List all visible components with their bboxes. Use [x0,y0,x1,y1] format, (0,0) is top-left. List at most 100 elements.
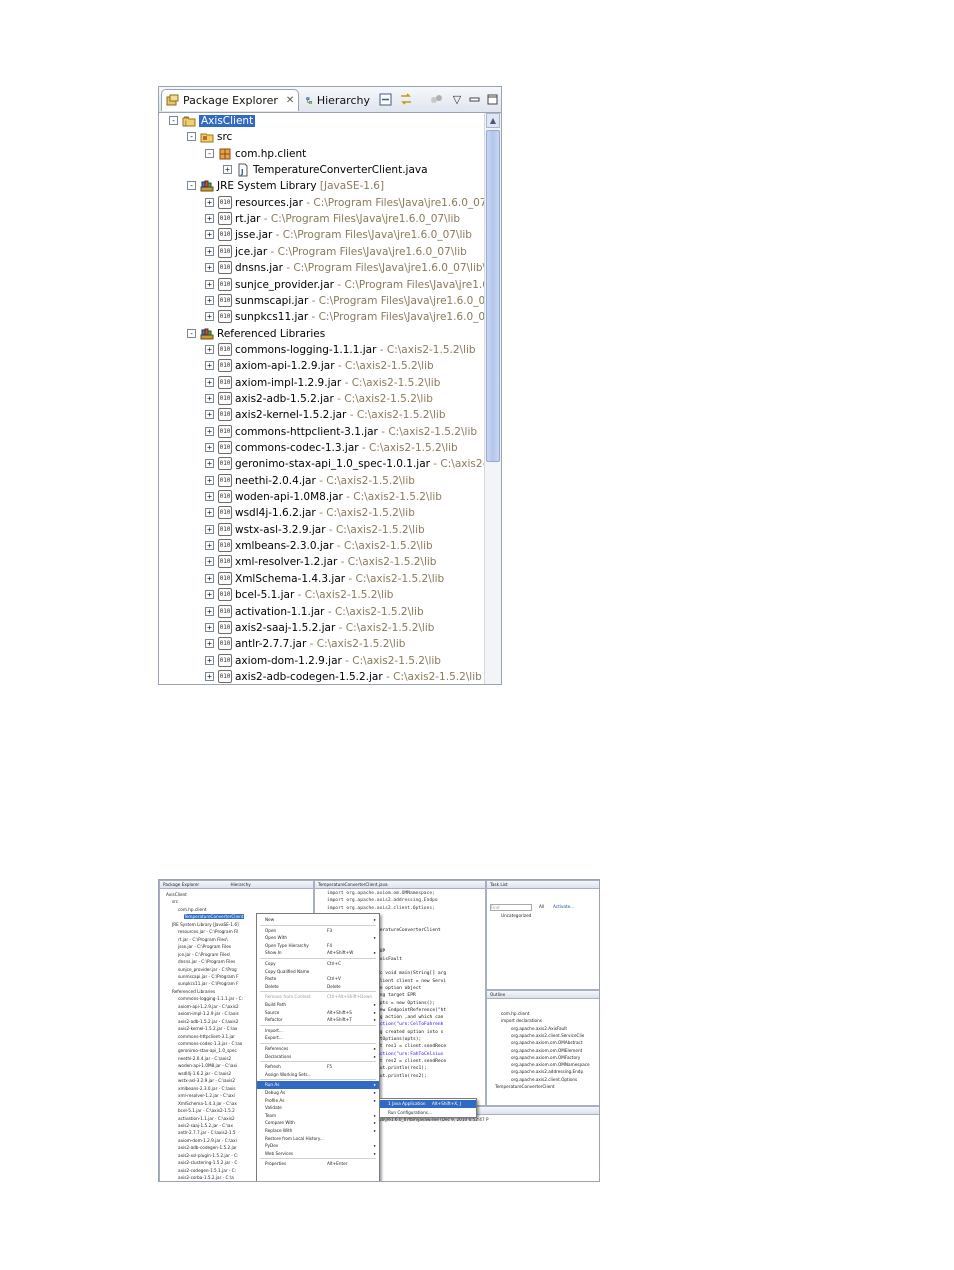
menu-item[interactable]: Import... [257,1027,379,1035]
mini-tree-item[interactable]: xmlbeans-2.3.0.jar - C:\axis [178,1086,236,1091]
outline-item[interactable]: import declarations [501,1018,542,1023]
menu-item[interactable]: PyDev ▸ [257,1142,379,1150]
mini-tree-item[interactable]: sunjce_provider.jar - C:\Prog [178,967,237,972]
tree-row[interactable]: +010 neethi-2.0.4.jar - C:\axis2-1.5.2\li… [159,473,485,489]
mini-tree-item[interactable]: jce.jar - C:\Program Files\ [178,952,230,957]
expand-toggle-icon[interactable]: + [205,197,214,207]
menu-item[interactable]: Open Type Hierarchy F4 [257,942,379,950]
menu-item[interactable]: Source Alt+Shift+S ▸ [257,1009,379,1017]
expand-toggle-icon[interactable]: + [205,557,214,567]
expand-toggle-icon[interactable]: + [205,410,214,420]
mini-tree-item[interactable]: com.hp.client [178,907,206,912]
menu-item[interactable]: Restore from Local History... [257,1135,379,1143]
menu-item[interactable]: Debug As ▸ [257,1089,379,1097]
mini-tree-item[interactable]: axis2-clustering-1.5.2.jar - C [178,1160,237,1165]
mini-tree-item[interactable]: activation-1.1.jar - C:\axis2 [178,1116,235,1121]
tree-row[interactable]: +010 XmlSchema-1.4.3.jar - C:\axis2-1.5.2… [159,571,485,587]
mini-tree-item[interactable]: bcel-5.1.jar - C:\axis2-1.5.2 [178,1108,235,1113]
menu-item[interactable]: Team ▸ [257,1112,379,1120]
tree-row[interactable]: +010 sunmscapi.jar - C:\Program Files\Jav… [159,293,485,309]
mini-tree-item[interactable]: dnsns.jar - C:\Program Files [178,959,235,964]
mini-tree-item[interactable]: neethi-2.0.4.jar - C:\axis2 [178,1056,231,1061]
filter-icon[interactable] [430,92,444,106]
mini-tree-item[interactable]: wstx-asl-3.2.9.jar - C:\axis2 [178,1078,235,1083]
menu-item[interactable]: Run As ▸ [257,1081,379,1089]
expand-toggle-icon[interactable]: + [205,475,214,485]
outline-item[interactable]: org.apache.axiom.om.OMNamespace [511,1062,590,1067]
menu-item[interactable]: Assign Working Sets... [257,1071,379,1079]
menu-item[interactable]: Profile As ▸ [257,1097,379,1105]
expand-toggle-icon[interactable]: + [205,214,214,224]
tree-row[interactable]: - src [159,129,485,145]
menu-item[interactable]: Compare With ▸ [257,1119,379,1127]
menu-item[interactable]: Paste Ctrl+V [257,975,379,983]
outline-item[interactable]: org.apache.axiom.om.OMFactory [511,1055,580,1060]
expand-toggle-icon[interactable]: + [205,246,214,256]
tree-row[interactable]: +010 commons-codec-1.3.jar - C:\axis2-1.5… [159,440,485,456]
collapse-toggle-icon[interactable]: - [187,328,196,338]
tree-row[interactable]: +010 axis2-saaj-1.5.2.jar - C:\axis2-1.5.… [159,620,485,636]
menu-item[interactable]: Open With ▸ [257,934,379,942]
mini-tree-item[interactable]: axis2-adb-1.5.2.jar - C:\axis2 [178,1019,238,1024]
mini-tree-item[interactable]: xml-resolver-1.2.jar - C:\axi [178,1093,235,1098]
expand-toggle-icon[interactable]: + [205,639,214,649]
menu-item[interactable]: Validate [257,1104,379,1112]
collapse-toggle-icon[interactable]: - [187,181,196,191]
expand-toggle-icon[interactable]: + [205,524,214,534]
tree-row[interactable]: +010 xml-resolver-1.2.jar - C:\axis2-1.5.… [159,554,485,570]
mini-tree-item[interactable]: axiom-api-1.2.9.jar - C:\axis2 [178,1004,239,1009]
mini-tree-item[interactable]: rt.jar - C:\Program Files\ [178,937,228,942]
mini-tab-package-explorer[interactable]: Package Explorer [163,882,199,887]
outline-item[interactable]: TemperatureConverterClient [495,1084,555,1089]
tree-row[interactable]: +010 sunpkcs11.jar - C:\Program Files\Jav… [159,309,485,325]
task-find-input[interactable]: Find [490,904,532,911]
expand-toggle-icon[interactable]: + [205,622,214,632]
menu-item[interactable]: Web Services ▸ [257,1150,379,1158]
task-uncategorized[interactable]: Uncategorized [501,913,531,918]
outline-tab[interactable]: Outline [487,991,599,999]
tree-row[interactable]: +010 axis2-kernel-1.5.2.jar - C:\axis2-1.… [159,407,485,423]
menu-item[interactable]: Replace With ▸ [257,1127,379,1135]
tree-row[interactable]: - com.hp.client [159,146,485,162]
menu-item[interactable]: Refresh F5 [257,1063,379,1071]
expand-toggle-icon[interactable]: + [205,344,214,354]
mini-tree-item[interactable]: antlr-2.7.7.jar - C:\axis2-1.5 [178,1130,236,1135]
tree-row[interactable]: +010 commons-logging-1.1.1.jar - C:\axis2… [159,342,485,358]
expand-toggle-icon[interactable]: + [205,443,214,452]
tree-row[interactable]: +010 bcel-5.1.jar - C:\axis2-1.5.2\lib [159,587,485,603]
expand-toggle-icon[interactable]: + [205,426,214,436]
tree-row[interactable]: +010 geronimo-stax-api_1.0_spec-1.0.1.jar… [159,456,485,472]
tree-row[interactable]: +010 jce.jar - C:\Program Files\Java\jre1… [159,244,485,260]
editor-tab[interactable]: TemperatureConverterClient.java [315,881,485,889]
view-menu-icon[interactable]: ▽ [450,92,464,106]
menu-item[interactable]: Export... [257,1034,379,1042]
expand-toggle-icon[interactable]: + [205,671,214,681]
task-all-label[interactable]: All [539,904,544,909]
mini-tree-item[interactable]: src [172,899,178,904]
outline-item[interactable]: org.apache.axis2.AxisFault [511,1026,567,1031]
mini-tree-item[interactable]: jsse.jar - C:\Program Files [178,944,231,949]
tree-row[interactable]: +010 axis2-adb-codegen-1.5.2.jar - C:\axi… [159,669,485,684]
tree-row[interactable]: +010 axis2-adb-1.5.2.jar - C:\axis2-1.5.2… [159,391,485,407]
mini-tree-item[interactable]: axis2-adb-codegen-1.5.2.jar [178,1145,237,1150]
tree-row[interactable]: +010 sunjce_provider.jar - C:\Program Fil… [159,277,485,293]
menu-item[interactable]: Delete Delete [257,983,379,991]
expand-toggle-icon[interactable]: + [205,393,214,403]
minimize-icon[interactable] [467,92,481,106]
tree-row[interactable]: +010 wsdl4j-1.6.2.jar - C:\axis2-1.5.2\li… [159,505,485,521]
mini-tree-item[interactable]: commons-httpclient-3.1.jar [178,1034,235,1039]
mini-tree-item[interactable]: axis2-corba-1.5.2.jar - C:\a [178,1175,234,1180]
outline-item[interactable]: org.apache.axis2.client.ServiceClie [511,1033,584,1038]
collapse-toggle-icon[interactable]: - [205,148,214,158]
outline-item[interactable]: org.apache.axis2.addressing.Endp [511,1069,583,1074]
scroll-up-icon[interactable]: ▲ [486,113,500,128]
submenu-item[interactable]: Run Configurations... [380,1109,476,1117]
outline-item[interactable]: com.hp.client [501,1011,529,1016]
mini-tree-item[interactable]: axiom-dom-1.2.9.jar - C:\axi [178,1138,237,1143]
menu-item[interactable]: Remove from Context Ctrl+Alt+Shift+Down [257,993,379,1001]
menu-item[interactable]: Copy Ctrl+C [257,960,379,968]
menu-item[interactable]: Build Path ▸ [257,1001,379,1009]
submenu-item[interactable]: 1 Java Application Alt+Shift+X, J [380,1100,476,1108]
expand-toggle-icon[interactable]: + [205,541,214,551]
tree-row[interactable]: - JRE System Library [JavaSE-1.6] [159,178,485,194]
